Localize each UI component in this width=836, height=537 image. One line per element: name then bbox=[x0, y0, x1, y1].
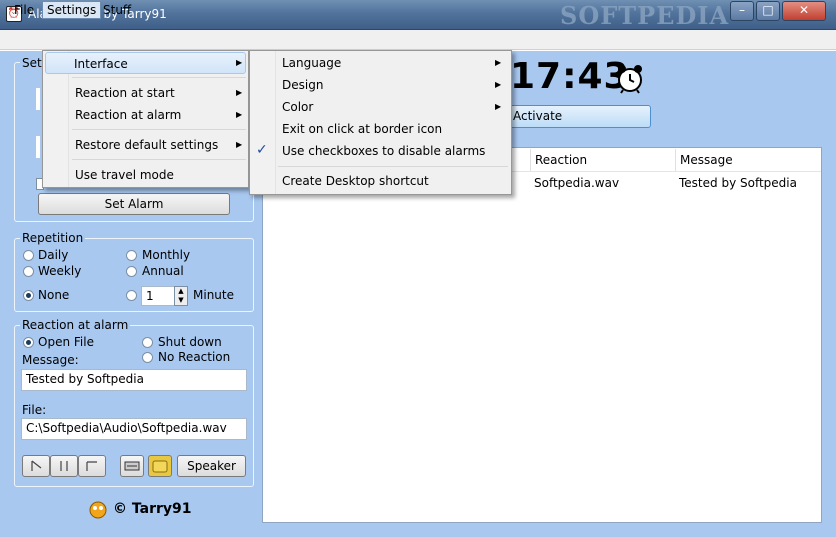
watermark-text: SOFTPEDIA bbox=[560, 1, 730, 30]
radio-shut-down[interactable] bbox=[142, 337, 153, 348]
chevron-right-icon: ▶ bbox=[236, 110, 243, 119]
radio-no-reaction[interactable] bbox=[142, 352, 153, 363]
menu-item-reaction-start[interactable]: Reaction at start bbox=[75, 82, 175, 104]
submenu-item-design[interactable]: Design bbox=[282, 74, 323, 96]
menu-item-restore-defaults[interactable]: Restore default settings bbox=[75, 134, 218, 156]
label-no-reaction: No Reaction bbox=[158, 350, 231, 364]
label-minute: Minute bbox=[193, 288, 234, 302]
play-icon bbox=[31, 460, 42, 471]
menu-file[interactable]: File bbox=[10, 1, 38, 19]
submenu-item-use-checkboxes[interactable]: Use checkboxes to disable alarms bbox=[282, 140, 485, 162]
radio-daily[interactable] bbox=[23, 250, 34, 261]
label-weekly: Weekly bbox=[38, 264, 82, 278]
menu-separator bbox=[72, 77, 246, 78]
menu-settings[interactable]: Settings bbox=[42, 1, 102, 19]
chevron-right-icon: ▶ bbox=[236, 88, 243, 97]
minute-input[interactable]: 1 bbox=[141, 286, 175, 306]
play-button[interactable] bbox=[22, 455, 50, 477]
minute-spinner[interactable]: ▲ ▼ bbox=[174, 286, 188, 306]
set-alarm-button[interactable]: Set Alarm bbox=[38, 193, 230, 215]
label-none: None bbox=[38, 288, 70, 302]
reaction-title: Reaction at alarm bbox=[20, 318, 131, 332]
radio-open-file[interactable] bbox=[23, 337, 34, 348]
radio-annual[interactable] bbox=[126, 266, 137, 277]
menu-separator bbox=[72, 129, 246, 130]
speaker-button[interactable]: Speaker bbox=[177, 455, 246, 477]
chevron-right-icon: ▶ bbox=[495, 58, 502, 67]
menu-bar bbox=[0, 30, 836, 50]
alarm-clock-icon bbox=[618, 65, 642, 94]
submenu-item-create-shortcut[interactable]: Create Desktop shortcut bbox=[282, 170, 429, 192]
date-field-edge[interactable] bbox=[36, 136, 40, 158]
menu-item-reaction-alarm[interactable]: Reaction at alarm bbox=[75, 104, 181, 126]
file-label: File: bbox=[22, 403, 47, 417]
radio-none[interactable] bbox=[23, 290, 34, 301]
folder-button[interactable] bbox=[148, 455, 172, 477]
chevron-right-icon: ▶ bbox=[236, 58, 243, 67]
stop-button[interactable] bbox=[78, 455, 106, 477]
folder-icon bbox=[152, 460, 168, 473]
stop-icon bbox=[86, 461, 97, 471]
copyright-text: © Tarry91 bbox=[113, 501, 192, 517]
message-label: Message: bbox=[22, 353, 79, 367]
tarry-logo-icon bbox=[89, 501, 107, 519]
table-row-message[interactable]: Tested by Softpedia bbox=[679, 176, 797, 190]
submenu-item-color[interactable]: Color bbox=[282, 96, 313, 118]
menu-separator bbox=[72, 159, 246, 160]
chevron-right-icon: ▶ bbox=[495, 102, 502, 111]
chevron-right-icon: ▶ bbox=[495, 80, 502, 89]
minimize-button[interactable]: – bbox=[730, 1, 754, 21]
label-shut-down: Shut down bbox=[158, 335, 222, 349]
radio-minute[interactable] bbox=[126, 290, 137, 301]
label-monthly: Monthly bbox=[142, 248, 191, 262]
checkmark-icon: ✓ bbox=[256, 142, 268, 158]
time-field-edge[interactable] bbox=[36, 88, 40, 110]
menu-item-interface[interactable]: Interface bbox=[45, 52, 246, 74]
close-button[interactable]: ✕ bbox=[782, 1, 826, 21]
column-header-reaction[interactable]: Reaction bbox=[530, 149, 675, 171]
clock-time: 17:43 bbox=[510, 56, 630, 97]
repetition-title: Repetition bbox=[20, 231, 86, 245]
file-field[interactable]: C:\Softpedia\Audio\Softpedia.wav bbox=[21, 418, 247, 440]
maximize-button[interactable]: □ bbox=[756, 1, 780, 21]
table-row-reaction[interactable]: Softpedia.wav bbox=[534, 176, 619, 190]
column-header-message[interactable]: Message bbox=[675, 149, 821, 171]
submenu-item-language[interactable]: Language bbox=[282, 52, 341, 74]
menu-stuff[interactable]: Stuff bbox=[99, 1, 135, 19]
radio-weekly[interactable] bbox=[23, 266, 34, 277]
radio-monthly[interactable] bbox=[126, 250, 137, 261]
label-annual: Annual bbox=[142, 264, 184, 278]
label-daily: Daily bbox=[38, 248, 69, 262]
set-group-title: Set bbox=[20, 56, 44, 70]
device-button[interactable] bbox=[120, 455, 144, 477]
message-field[interactable]: Tested by Softpedia bbox=[21, 369, 247, 391]
pause-button[interactable] bbox=[50, 455, 78, 477]
menu-item-travel-mode[interactable]: Use travel mode bbox=[75, 164, 174, 186]
pause-icon bbox=[60, 461, 68, 471]
submenu-item-exit-on-click[interactable]: Exit on click at border icon bbox=[282, 118, 442, 140]
alarm-list bbox=[262, 147, 822, 523]
menu-item-interface-label: Interface bbox=[74, 57, 128, 71]
activate-button[interactable]: Activate bbox=[500, 105, 651, 128]
label-open-file: Open File bbox=[38, 335, 94, 349]
chevron-right-icon: ▶ bbox=[236, 140, 243, 149]
device-icon bbox=[124, 461, 140, 471]
menu-separator bbox=[278, 166, 508, 167]
